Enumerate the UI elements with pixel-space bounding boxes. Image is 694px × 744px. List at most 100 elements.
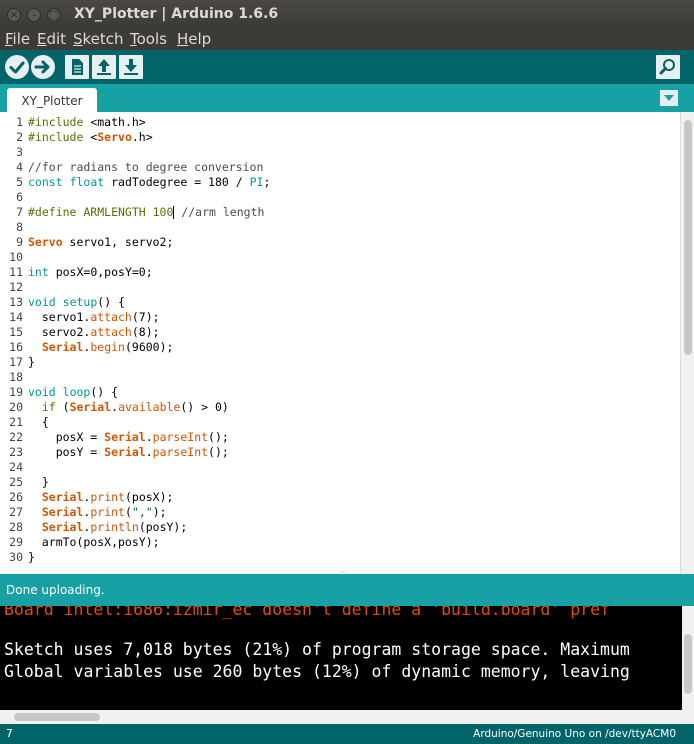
code-token: );	[152, 505, 167, 519]
maximize-window-button[interactable]: □	[47, 8, 61, 22]
code-text: posY = Serial.parseInt();	[28, 445, 229, 460]
console-line: Global variables use 260 bytes (12%) of …	[4, 662, 630, 681]
code-token: (	[55, 400, 70, 414]
line-number: 4	[16, 160, 23, 174]
code-token: attach	[90, 325, 132, 339]
menu-file-mnemonic: F	[5, 30, 13, 48]
menu-file[interactable]: File	[5, 30, 30, 48]
code-token: () > 0)	[180, 400, 229, 414]
code-token: (7);	[131, 310, 160, 324]
line-number: 26	[9, 490, 23, 504]
line-number: 9	[16, 235, 23, 249]
code-text: void setup() {	[28, 295, 125, 310]
code-token: () {	[90, 385, 119, 399]
line-number: 6	[16, 190, 23, 204]
line-number: 15	[9, 325, 23, 339]
code-area[interactable]: 1 #include <math.h> 2 #include <Servo.h> 3…	[0, 115, 680, 565]
line-number: 7	[16, 205, 23, 219]
verify-button[interactable]	[5, 55, 29, 79]
code-token: (8);	[131, 325, 160, 339]
menu-sketch-label: ketch	[82, 30, 124, 48]
menu-help-label: elp	[188, 30, 212, 48]
code-text: void loop() {	[28, 385, 118, 400]
code-token: Serial	[41, 505, 84, 519]
code-comment: //for radians to degree conversion	[28, 160, 264, 174]
code-token: begin	[90, 340, 125, 354]
menu-edit[interactable]: Edit	[37, 30, 66, 48]
code-line: 17}	[0, 355, 680, 370]
code-token: math	[97, 115, 125, 129]
upload-icon	[34, 60, 50, 74]
code-line: 12	[0, 280, 680, 295]
console-output[interactable]: Board intel:i686:izmir_ec doesn't define…	[0, 606, 694, 710]
window-title: XY_Plotter | Arduino 1.6.6	[74, 6, 279, 22]
console-vscroll-thumb[interactable]	[684, 634, 692, 694]
code-text: posX = Serial.parseInt();	[28, 430, 229, 445]
code-token: .	[145, 445, 153, 459]
code-line: 19 void loop() {	[0, 385, 680, 400]
code-line: 18	[0, 370, 680, 385]
menu-help[interactable]: Help	[177, 30, 211, 48]
code-line: 26 Serial.print(posX);	[0, 490, 680, 505]
console-vertical-scrollbar[interactable]	[682, 606, 694, 710]
code-token: <	[83, 115, 98, 129]
upload-button[interactable]	[31, 55, 55, 79]
line-number: 27	[9, 505, 23, 519]
code-text: }	[28, 355, 35, 369]
open-icon	[97, 59, 111, 75]
code-line: 29 armTo(posX,posY);	[0, 535, 680, 550]
editor-scroll-thumb[interactable]	[684, 120, 692, 355]
code-token: setup	[62, 295, 98, 309]
code-line: 13 void setup() {	[0, 295, 680, 310]
status-line: Done uploading.	[0, 574, 694, 606]
console-horizontal-scrollbar[interactable]	[0, 710, 694, 724]
code-line: 28 Serial.println(posY);	[0, 520, 680, 535]
line-number: 1	[16, 115, 23, 129]
code-text: int posX=0,posY=0;	[28, 265, 153, 280]
code-comment: //arm length	[174, 205, 265, 219]
code-line: 16 Serial.begin(9600);	[0, 340, 680, 355]
code-line: 4 //for radians to degree conversion	[0, 160, 680, 175]
code-text: Serial.print(",");	[28, 505, 167, 520]
console-hscroll-thumb[interactable]	[14, 713, 100, 721]
code-token: PI	[249, 175, 264, 189]
new-sketch-button[interactable]	[65, 55, 89, 79]
serial-monitor-button[interactable]	[656, 55, 680, 79]
code-token: Serial	[41, 340, 84, 354]
close-window-button[interactable]: ×	[7, 8, 21, 22]
menu-sketch[interactable]: Sketch	[73, 30, 124, 48]
code-token: #include	[28, 130, 84, 144]
tab-xy-plotter[interactable]: XY_Plotter	[7, 88, 97, 112]
code-token: Serial	[69, 400, 112, 414]
code-line: 5 const float radTodegree = 180 / PI;	[0, 175, 680, 190]
code-line: 1 #include <math.h>	[0, 115, 680, 130]
tab-menu-button[interactable]	[660, 90, 678, 106]
open-sketch-button[interactable]	[92, 55, 116, 79]
save-sketch-button[interactable]	[119, 55, 143, 79]
code-token: loop	[62, 385, 91, 399]
code-editor[interactable]: 1 #include <math.h> 2 #include <Servo.h> 3…	[0, 112, 694, 576]
code-text: Serial.println(posY);	[28, 520, 187, 535]
line-number: 11	[9, 265, 23, 279]
editor-vertical-scrollbar[interactable]	[680, 112, 694, 574]
code-token: ;	[263, 175, 271, 189]
line-number: 13	[9, 295, 23, 309]
code-token: available	[118, 400, 181, 414]
code-token: ();	[208, 445, 229, 459]
code-token: posX=0,posY=0;	[48, 265, 153, 279]
code-text: {	[28, 415, 49, 429]
menu-sketch-mnemonic: S	[73, 30, 83, 48]
menu-tools[interactable]: Tools	[130, 30, 167, 48]
code-line: 2 #include <Servo.h>	[0, 130, 680, 145]
line-number: 28	[9, 520, 23, 534]
code-token: float	[69, 175, 105, 189]
code-token: posX =	[28, 430, 105, 444]
code-line: 7 #define ARMLENGTH 100 //arm length	[0, 205, 680, 220]
line-number: 5	[16, 175, 23, 189]
line-number: 17	[9, 355, 23, 369]
verify-icon	[9, 61, 25, 74]
code-text: Serial.begin(9600);	[28, 340, 174, 355]
close-icon: ×	[9, 8, 19, 21]
minimize-window-button[interactable]: –	[27, 8, 41, 22]
